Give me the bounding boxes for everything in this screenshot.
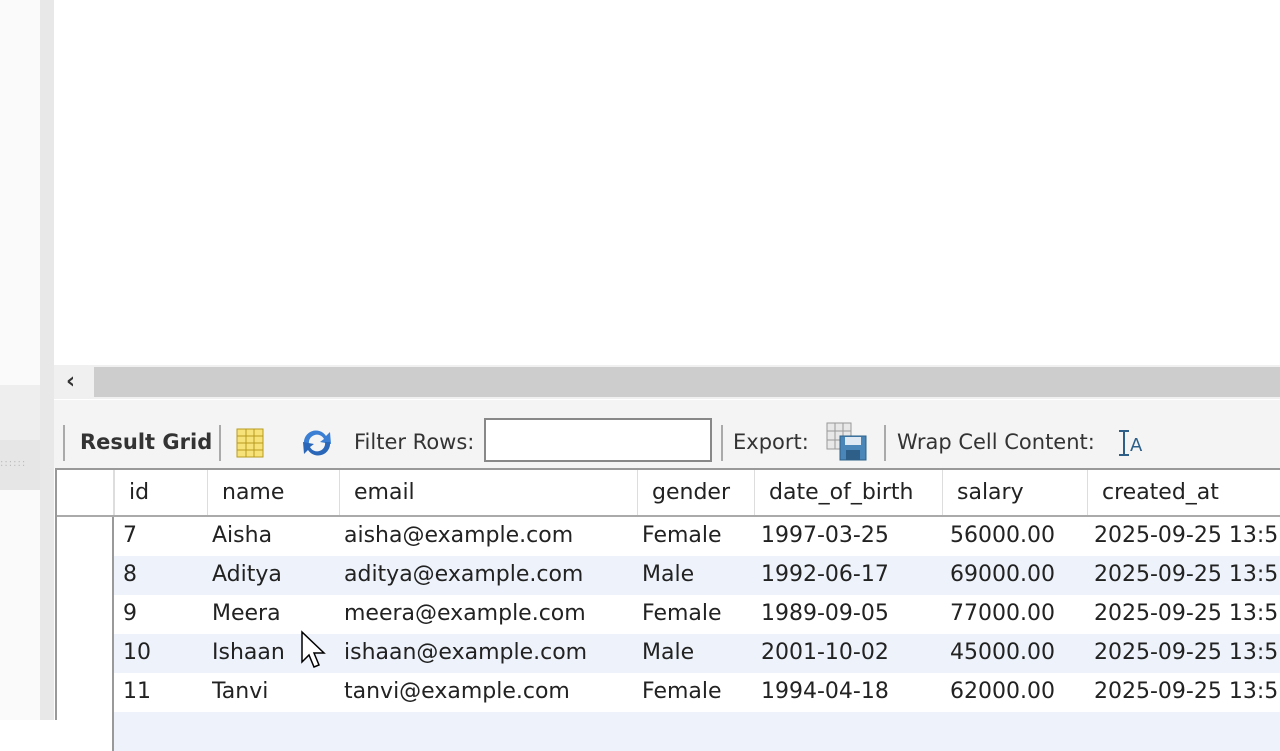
cell-date-of-birth[interactable]: 1997-03-25 bbox=[761, 523, 889, 548]
wrap-cell-content-label: Wrap Cell Content: bbox=[897, 430, 1095, 454]
column-header-salary[interactable]: salary bbox=[942, 470, 1087, 515]
row-header[interactable] bbox=[57, 517, 114, 556]
cell-created-at[interactable]: 2025-09-25 13:5 bbox=[1094, 640, 1278, 665]
cell-id[interactable]: 10 bbox=[123, 640, 151, 665]
cell-email[interactable]: tanvi@example.com bbox=[344, 679, 570, 704]
filter-rows-input[interactable] bbox=[484, 418, 712, 462]
result-grid[interactable]: id name email gender date_of_birth salar… bbox=[55, 468, 1280, 751]
horizontal-scrollbar[interactable]: ‹ bbox=[54, 365, 1280, 399]
column-header-email[interactable]: email bbox=[339, 470, 637, 515]
toolbar-separator bbox=[884, 425, 886, 461]
mouse-cursor-icon bbox=[301, 630, 326, 668]
column-header-gender[interactable]: gender bbox=[637, 470, 754, 515]
column-header-name[interactable]: name bbox=[207, 470, 339, 515]
cell-name[interactable]: Meera bbox=[212, 601, 281, 626]
table-row[interactable]: 10 Ishaan ishaan@example.com Male 2001-10-02… bbox=[57, 634, 1280, 673]
cell-created-at[interactable]: 2025-09-25 13:5 bbox=[1094, 562, 1278, 587]
cell-salary[interactable]: 62000.00 bbox=[950, 679, 1055, 704]
cell-email[interactable]: aditya@example.com bbox=[344, 562, 583, 587]
cell-created-at[interactable]: 2025-09-25 13:5 bbox=[1094, 523, 1278, 548]
result-grid-tab[interactable]: Result Grid bbox=[80, 430, 212, 454]
cell-gender[interactable]: Female bbox=[642, 679, 722, 704]
scrollbar-thumb[interactable] bbox=[94, 367, 1280, 397]
cell-salary[interactable]: 77000.00 bbox=[950, 601, 1055, 626]
filter-rows-label: Filter Rows: bbox=[354, 430, 475, 454]
column-header-created-at[interactable]: created_at bbox=[1087, 470, 1280, 515]
row-header[interactable] bbox=[57, 634, 114, 673]
row-header[interactable] bbox=[57, 556, 114, 595]
cell-created-at[interactable]: 2025-09-25 13:5 bbox=[1094, 601, 1278, 626]
cell-date-of-birth[interactable]: 1994-04-18 bbox=[761, 679, 889, 704]
refresh-icon[interactable] bbox=[298, 426, 336, 460]
table-row[interactable] bbox=[57, 712, 1280, 751]
wrap-text-icon[interactable]: A bbox=[1117, 428, 1145, 458]
cell-email[interactable]: meera@example.com bbox=[344, 601, 586, 626]
cell-name[interactable]: Aditya bbox=[212, 562, 282, 587]
cell-name[interactable]: Tanvi bbox=[212, 679, 268, 704]
cell-name[interactable]: Aisha bbox=[212, 523, 272, 548]
cell-date-of-birth[interactable]: 1989-09-05 bbox=[761, 601, 889, 626]
row-header[interactable] bbox=[57, 712, 114, 751]
cell-salary[interactable]: 69000.00 bbox=[950, 562, 1055, 587]
column-header-id[interactable]: id bbox=[114, 470, 207, 515]
export-label: Export: bbox=[733, 430, 809, 454]
cell-name[interactable]: Ishaan bbox=[212, 640, 285, 665]
row-header-corner[interactable] bbox=[57, 470, 114, 515]
table-row[interactable]: 7 Aisha aisha@example.com Female 1997-03-25 5… bbox=[57, 517, 1280, 556]
scroll-left-arrow-icon[interactable]: ‹ bbox=[66, 369, 75, 394]
table-row[interactable]: 8 Aditya aditya@example.com Male 1992-06-17 6… bbox=[57, 556, 1280, 595]
svg-text:A: A bbox=[1130, 435, 1143, 456]
cell-gender[interactable]: Male bbox=[642, 640, 694, 665]
toolbar-separator bbox=[721, 425, 723, 461]
toolbar-separator bbox=[63, 425, 65, 461]
cell-email[interactable]: aisha@example.com bbox=[344, 523, 573, 548]
cell-gender[interactable]: Female bbox=[642, 523, 722, 548]
sql-editor-area[interactable] bbox=[54, 0, 1280, 365]
cell-gender[interactable]: Female bbox=[642, 601, 722, 626]
column-header-date-of-birth[interactable]: date_of_birth bbox=[754, 470, 942, 515]
grid-columns-icon[interactable] bbox=[236, 428, 264, 458]
cell-id[interactable]: 9 bbox=[123, 601, 137, 626]
cell-gender[interactable]: Male bbox=[642, 562, 694, 587]
left-pane bbox=[0, 0, 40, 720]
grid-header: id name email gender date_of_birth salar… bbox=[57, 470, 1280, 517]
cell-date-of-birth[interactable]: 1992-06-17 bbox=[761, 562, 889, 587]
toolbar-separator bbox=[219, 425, 221, 461]
resize-grip-icon[interactable]: :::::: bbox=[0, 458, 26, 469]
table-row[interactable]: 11 Tanvi tanvi@example.com Female 1994-04-18… bbox=[57, 673, 1280, 712]
cell-email[interactable]: ishaan@example.com bbox=[344, 640, 587, 665]
cell-salary[interactable]: 45000.00 bbox=[950, 640, 1055, 665]
row-header[interactable] bbox=[57, 595, 114, 634]
export-icon[interactable] bbox=[826, 422, 868, 462]
cell-date-of-birth[interactable]: 2001-10-02 bbox=[761, 640, 889, 665]
cell-created-at[interactable]: 2025-09-25 13:5 bbox=[1094, 679, 1278, 704]
cell-id[interactable]: 11 bbox=[123, 679, 151, 704]
pane-splitter[interactable] bbox=[40, 0, 54, 720]
table-row[interactable]: 9 Meera meera@example.com Female 1989-09-05 7… bbox=[57, 595, 1280, 634]
row-header[interactable] bbox=[57, 673, 114, 712]
cell-salary[interactable]: 56000.00 bbox=[950, 523, 1055, 548]
cell-id[interactable]: 8 bbox=[123, 562, 137, 587]
cell-id[interactable]: 7 bbox=[123, 523, 137, 548]
